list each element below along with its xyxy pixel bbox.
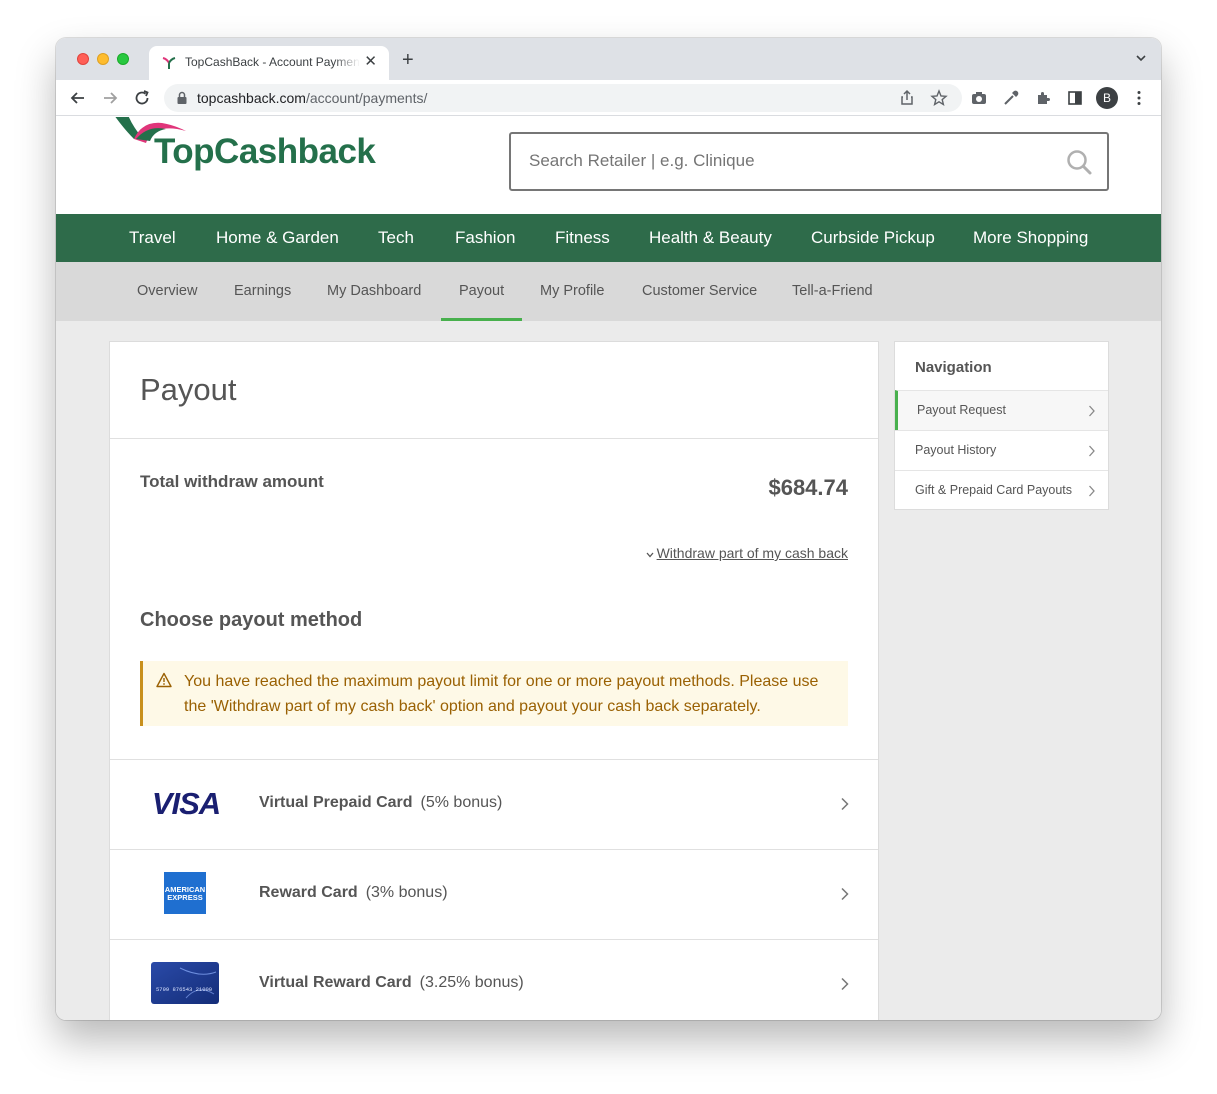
- sidebar-item-label: Payout History: [915, 443, 997, 457]
- payout-method-virtual-reward-card[interactable]: 5799 876543 21000 Virtual Reward Card (3.…: [110, 940, 878, 1020]
- lock-icon: [177, 91, 187, 104]
- method-name: Virtual Prepaid Card: [259, 794, 413, 811]
- logo-text: TopCashback: [154, 132, 376, 171]
- site-header: TopCashback: [56, 117, 1161, 214]
- topcashback-logo[interactable]: TopCashback: [114, 117, 376, 179]
- total-withdraw-label: Total withdraw amount: [140, 472, 324, 491]
- sidebar-item-label: Payout Request: [917, 403, 1006, 417]
- title-divider: [110, 438, 878, 439]
- warning-triangle-icon: [156, 672, 172, 688]
- nav-home-garden[interactable]: Home & Garden: [216, 228, 339, 248]
- camera-icon[interactable]: [969, 88, 989, 108]
- total-withdraw-amount: $684.74: [768, 475, 848, 500]
- extensions-puzzle-icon[interactable]: [1033, 88, 1053, 108]
- nav-curbside-pickup[interactable]: Curbside Pickup: [811, 228, 935, 248]
- back-arrow-icon[interactable]: [68, 88, 88, 108]
- sidebar-item-payout-history[interactable]: Payout History: [895, 430, 1108, 470]
- subnav-my-dashboard[interactable]: My Dashboard: [327, 283, 421, 299]
- retailer-search-input[interactable]: [529, 151, 1049, 171]
- subnav-tell-a-friend[interactable]: Tell-a-Friend: [792, 283, 873, 299]
- visa-logo: VISA: [152, 786, 221, 821]
- browser-toolbar: topcashback.com/account/payments/ B: [56, 80, 1161, 116]
- reload-icon[interactable]: [132, 88, 152, 108]
- nav-tech[interactable]: Tech: [378, 228, 414, 248]
- kebab-menu-icon[interactable]: [1129, 88, 1149, 108]
- payout-method-virtual-prepaid-card[interactable]: VISA Virtual Prepaid Card (5% bonus): [110, 760, 878, 849]
- address-bar[interactable]: topcashback.com/account/payments/: [164, 84, 962, 112]
- chevron-right-icon: [841, 887, 849, 901]
- payout-limit-warning: You have reached the maximum payout limi…: [140, 661, 848, 726]
- method-label: Virtual Prepaid Card (5% bonus): [259, 794, 502, 812]
- svg-text:VISA: VISA: [152, 786, 220, 821]
- bookmark-star-icon[interactable]: [929, 88, 949, 108]
- chevron-right-icon: [1089, 445, 1095, 457]
- amex-logo-text-bottom: EXPRESS: [167, 893, 202, 902]
- new-tab-icon[interactable]: +: [402, 50, 414, 70]
- account-sub-nav: Overview Earnings My Dashboard Payout My…: [56, 262, 1161, 321]
- choose-payout-method-heading: Choose payout method: [140, 609, 363, 631]
- tab-strip: TopCashBack - Account Payments ✕ +: [56, 38, 1161, 80]
- sidebar-title: Navigation: [915, 359, 992, 376]
- eyedropper-icon[interactable]: [1001, 88, 1021, 108]
- warning-text: You have reached the maximum payout limi…: [184, 673, 819, 715]
- tab-search-chevron-icon[interactable]: [1135, 52, 1147, 64]
- topcashback-favicon-icon: [162, 57, 176, 69]
- nav-fashion[interactable]: Fashion: [455, 228, 515, 248]
- chevron-down-icon: [646, 552, 654, 558]
- subnav-active-indicator: [441, 318, 522, 321]
- subnav-customer-service[interactable]: Customer Service: [642, 283, 757, 299]
- maximize-window-button[interactable]: [117, 53, 129, 65]
- chevron-right-icon: [1089, 485, 1095, 497]
- main-category-nav: Travel Home & Garden Tech Fashion Fitnes…: [56, 214, 1161, 262]
- nav-health-beauty[interactable]: Health & Beauty: [649, 228, 772, 248]
- method-bonus: (3.25% bonus): [419, 974, 524, 991]
- nav-more-shopping[interactable]: More Shopping: [973, 228, 1088, 248]
- navigation-sidebar: Navigation Payout Request Payout History…: [894, 341, 1109, 510]
- chevron-right-icon: [841, 977, 849, 991]
- payout-card: Payout Total withdraw amount $684.74 Wit…: [109, 341, 879, 1020]
- browser-window: TopCashBack - Account Payments ✕ + topca…: [56, 38, 1161, 1020]
- subnav-overview[interactable]: Overview: [137, 283, 197, 299]
- browser-tab[interactable]: TopCashBack - Account Payments ✕: [149, 46, 389, 80]
- chevron-right-icon: [1089, 405, 1095, 417]
- search-icon[interactable]: [1065, 148, 1093, 176]
- method-name: Reward Card: [259, 884, 358, 901]
- forward-arrow-icon[interactable]: [100, 88, 120, 108]
- close-window-button[interactable]: [77, 53, 89, 65]
- profile-avatar[interactable]: B: [1096, 87, 1118, 109]
- withdraw-part-link[interactable]: Withdraw part of my cash back: [646, 545, 848, 561]
- method-bonus: (5% bonus): [420, 794, 503, 811]
- method-label: Reward Card (3% bonus): [259, 884, 448, 902]
- subnav-earnings[interactable]: Earnings: [234, 283, 291, 299]
- retailer-search-box[interactable]: [509, 132, 1109, 191]
- chevron-right-icon: [841, 797, 849, 811]
- sidebar-item-payout-request[interactable]: Payout Request: [895, 390, 1108, 430]
- card-logo: 5799 876543 21000: [151, 962, 219, 1004]
- amex-logo: AMERICAN EXPRESS: [164, 872, 206, 914]
- method-name: Virtual Reward Card: [259, 974, 412, 991]
- method-bonus: (3% bonus): [365, 884, 448, 901]
- page-title: Payout: [140, 372, 237, 407]
- url-text: topcashback.com/account/payments/: [197, 90, 428, 106]
- payout-method-reward-card[interactable]: AMERICAN EXPRESS Reward Card (3% bonus): [110, 850, 878, 939]
- nav-fitness[interactable]: Fitness: [555, 228, 610, 248]
- withdraw-part-link-text: Withdraw part of my cash back: [656, 545, 848, 561]
- sidebar-item-gift-prepaid-card-payouts[interactable]: Gift & Prepaid Card Payouts: [895, 470, 1108, 510]
- card-logo-number: 5799 876543 21000: [156, 986, 212, 993]
- tab-close-icon[interactable]: ✕: [364, 53, 377, 71]
- tab-title: TopCashBack - Account Payments: [185, 55, 360, 69]
- subnav-payout[interactable]: Payout: [459, 283, 504, 299]
- share-icon[interactable]: [897, 88, 917, 108]
- subnav-my-profile[interactable]: My Profile: [540, 283, 604, 299]
- nav-travel[interactable]: Travel: [129, 228, 176, 248]
- sidebar-item-label: Gift & Prepaid Card Payouts: [915, 483, 1073, 497]
- page-content: TopCashback Travel Home & Garden Tech Fa…: [56, 117, 1161, 1020]
- side-panel-icon[interactable]: [1065, 88, 1085, 108]
- minimize-window-button[interactable]: [97, 53, 109, 65]
- method-label: Virtual Reward Card (3.25% bonus): [259, 974, 524, 992]
